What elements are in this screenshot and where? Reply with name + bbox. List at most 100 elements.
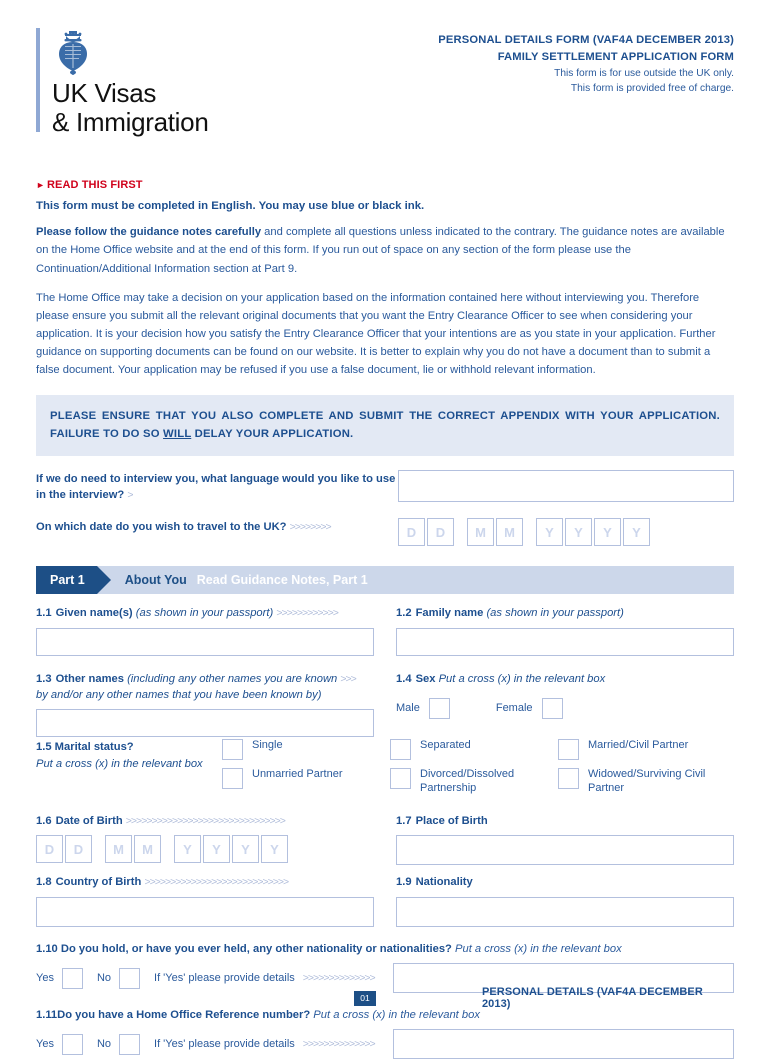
dob-cell-d2[interactable]: D	[65, 835, 92, 864]
date-cell-d1[interactable]: D	[398, 518, 425, 547]
guide-arrows-icon: >>>>>>>>>>>>>>	[302, 1038, 376, 1051]
date-cell-d2[interactable]: D	[427, 518, 454, 547]
date-cell-m1[interactable]: M	[467, 518, 494, 547]
question-1-8-label: 1.8 Country of Birth >>>>>>>>>>>>>>>>>>>>…	[36, 875, 374, 891]
question-1-4-hint: Put a cross (x) in the relevant box	[438, 672, 606, 685]
question-1-3: 1.3 Other names (including any other name…	[36, 672, 374, 738]
intro-paragraph-2: The Home Office may take a decision on y…	[36, 291, 716, 377]
part-1-about-label: About You	[124, 573, 187, 588]
read-this-first-heading: ► READ THIS FIRST	[36, 179, 734, 191]
dob-cell-m1[interactable]: M	[105, 835, 132, 864]
family-name-input[interactable]	[396, 627, 734, 656]
marital-married-label: Married/Civil Partner	[588, 739, 689, 752]
marital-unmarried-partner-checkbox[interactable]	[222, 768, 243, 790]
question-1-1-number: 1.1	[36, 607, 52, 620]
notice-text-part2: DELAY YOUR APPLICATION.	[191, 428, 354, 441]
interview-language-row: If we do need to interview you, what lan…	[36, 470, 734, 504]
interview-language-input[interactable]	[398, 470, 734, 503]
royal-crest-icon	[59, 31, 87, 75]
notice-text-part1: PLEASE ENSURE THAT YOU ALSO COMPLETE AND…	[50, 410, 720, 441]
question-1-7-title: Place of Birth	[415, 814, 488, 827]
dob-cell-y1[interactable]: Y	[174, 835, 201, 864]
marital-option-separated[interactable]: Separated	[390, 739, 558, 761]
question-1-5-hint: Put a cross (x) in the relevant box	[36, 757, 203, 770]
question-1-2-hint: (as shown in your passport)	[486, 607, 624, 620]
page-header: UK Visas & Immigration PERSONAL DETAILS …	[36, 0, 734, 137]
q111-no-checkbox[interactable]	[119, 1033, 141, 1055]
marital-option-single[interactable]: Single	[222, 739, 390, 761]
sex-options: Male Female	[396, 697, 734, 719]
date-cell-y2[interactable]: Y	[565, 518, 592, 547]
date-cell-y1[interactable]: Y	[536, 518, 563, 547]
question-1-2: 1.2 Family name (as shown in your passpor…	[396, 606, 734, 656]
question-1-10-hint: Put a cross (x) in the relevant box	[455, 943, 622, 956]
dob-cell-y3[interactable]: Y	[232, 835, 259, 864]
dob-cell-m2[interactable]: M	[134, 835, 161, 864]
guide-arrows-icon: >>>>>>>>>>>>	[276, 607, 339, 620]
question-1-2-label: 1.2 Family name (as shown in your passpor…	[396, 606, 734, 622]
question-1-10-title: Do you hold, or have you ever held, any …	[60, 943, 452, 956]
notice-underline-will: WILL	[163, 428, 192, 441]
marital-column-3: Married/Civil Partner Widowed/Surviving …	[558, 739, 726, 804]
nationality-input[interactable]	[396, 897, 734, 928]
dob-cell-d1[interactable]: D	[36, 835, 63, 864]
marital-separated-checkbox[interactable]	[390, 739, 411, 761]
dob-cell-y4[interactable]: Y	[261, 835, 288, 864]
question-1-11-title: Do you have a Home Office Reference numb…	[57, 1009, 311, 1022]
marital-widowed-label: Widowed/Surviving Civil Partner	[588, 768, 706, 795]
marital-option-widowed[interactable]: Widowed/Surviving Civil Partner	[558, 768, 726, 796]
other-names-input[interactable]	[36, 709, 374, 738]
question-1-11: 1.11Do you have a Home Office Reference …	[36, 1009, 734, 1059]
question-1-10-number: 1.10	[36, 943, 58, 956]
marital-single-checkbox[interactable]	[222, 739, 243, 761]
header-titles: PERSONAL DETAILS FORM (VAF4A DECEMBER 20…	[438, 28, 734, 97]
question-1-11-hint: Put a cross (x) in the relevant box	[313, 1009, 480, 1022]
marital-divorced-checkbox[interactable]	[390, 768, 411, 790]
guide-arrows-icon: >>>>>>>>>>>>>>>>>>>>>>>>>>>>	[144, 876, 289, 889]
home-office-reference-details-input[interactable]	[392, 1029, 734, 1059]
date-of-birth-input-group[interactable]: D D M M Y Y Y Y	[36, 835, 374, 864]
page-number-badge: 01	[354, 990, 376, 1006]
date-cell-m2[interactable]: M	[496, 518, 523, 547]
marital-option-married[interactable]: Married/Civil Partner	[558, 739, 726, 761]
q111-yes-checkbox[interactable]	[61, 1033, 83, 1055]
question-1-5-title: Marital status?	[54, 741, 134, 754]
question-1-2-number: 1.2	[396, 607, 412, 620]
q111-no-label: No	[96, 1038, 112, 1051]
q111-details-field-wrap	[392, 1029, 734, 1059]
dob-cell-y2[interactable]: Y	[203, 835, 230, 864]
form-subtitle-line2: This form is provided free of charge.	[570, 83, 734, 95]
interview-language-question: If we do need to interview you, what lan…	[36, 473, 396, 502]
q110-no-label: No	[96, 972, 112, 985]
question-1-11-number: 1.11	[36, 1009, 58, 1022]
guide-arrows-icon: >	[127, 489, 133, 502]
question-1-3-label: 1.3 Other names (including any other name…	[36, 672, 374, 703]
question-1-9-number: 1.9	[396, 876, 412, 889]
question-1-3-number: 1.3	[36, 672, 52, 685]
place-of-birth-input[interactable]	[396, 835, 734, 866]
travel-date-input-group[interactable]: D D M M Y Y Y Y	[398, 518, 734, 547]
marital-widowed-checkbox[interactable]	[558, 768, 579, 790]
q110-yes-label: Yes	[36, 972, 54, 985]
question-1-5: 1.5 Marital status? Put a cross (x) in t…	[36, 739, 734, 804]
question-1-7: 1.7 Place of Birth	[396, 814, 734, 866]
question-1-1-label: 1.1 Given name(s) (as shown in your passp…	[36, 606, 374, 622]
form-title-line1: PERSONAL DETAILS FORM (VAF4A DECEMBER 20…	[438, 34, 734, 46]
question-1-5-number: 1.5	[36, 741, 52, 754]
sex-male-checkbox[interactable]	[428, 697, 450, 719]
given-names-input[interactable]	[36, 627, 374, 656]
part-1-header-bar: Part 1 About You Read Guidance Notes, Pa…	[36, 566, 734, 595]
date-cell-y4[interactable]: Y	[623, 518, 650, 547]
footer-title: PERSONAL DETAILS (VAF4A DECEMBER 2013)	[481, 986, 703, 1010]
country-of-birth-input[interactable]	[36, 897, 374, 928]
marital-option-divorced[interactable]: Divorced/Dissolved Partnership	[390, 768, 558, 796]
marital-status-options: Single Unmarried Partner Separated Divor…	[222, 739, 734, 804]
question-1-1-hint: (as shown in your passport)	[135, 607, 274, 620]
marital-option-unmarried-partner[interactable]: Unmarried Partner	[222, 768, 390, 790]
marital-married-checkbox[interactable]	[558, 739, 579, 761]
sex-female-checkbox[interactable]	[541, 697, 563, 719]
q110-detail-label: If 'Yes' please provide details	[154, 972, 295, 985]
q111-detail-label: If 'Yes' please provide details	[154, 1038, 295, 1051]
question-1-2-title: Family name	[415, 607, 484, 620]
date-cell-y3[interactable]: Y	[594, 518, 621, 547]
